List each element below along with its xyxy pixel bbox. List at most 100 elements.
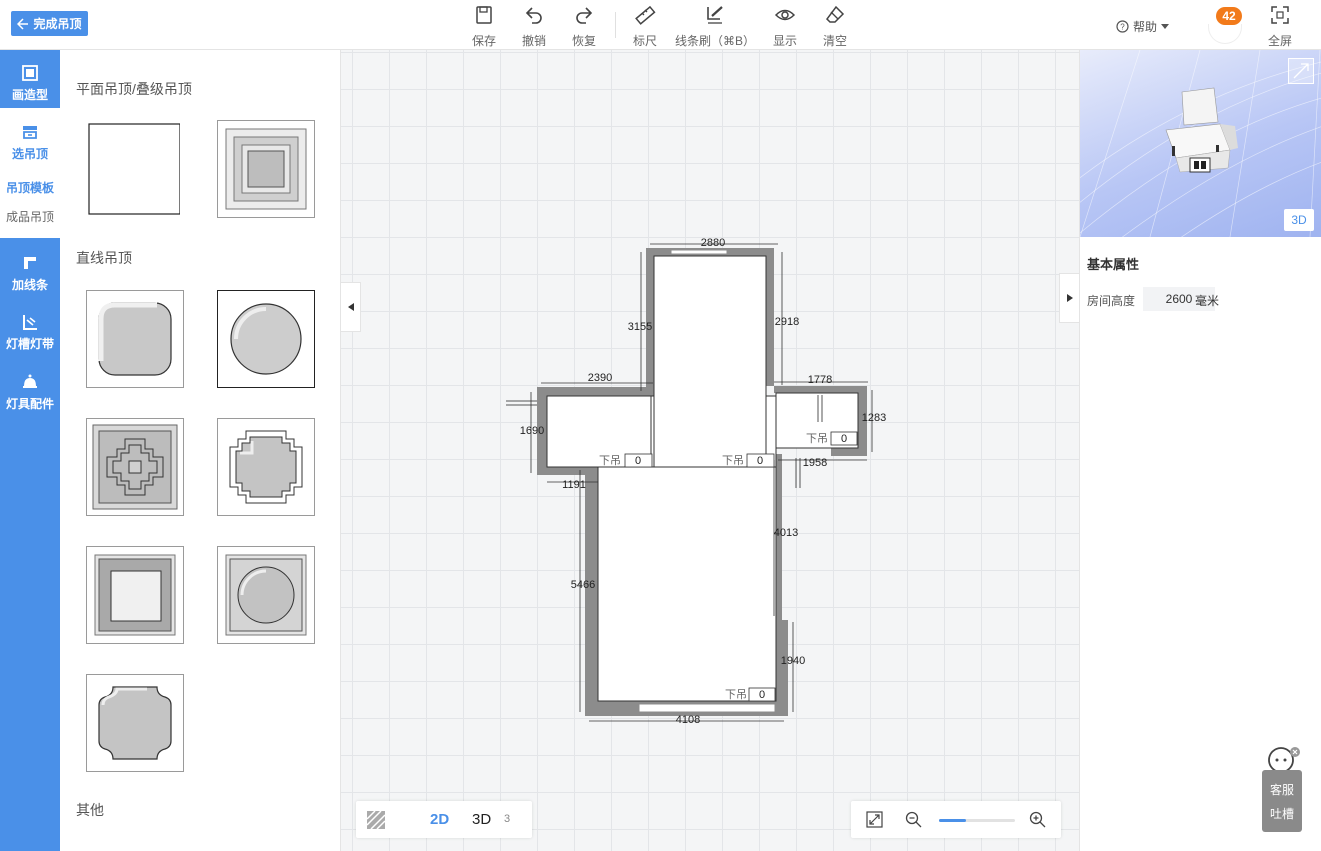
lamp-icon <box>23 374 37 388</box>
rail-sub-finished-ceiling[interactable]: 成品吊顶 <box>0 208 60 225</box>
rail-item-ceiling-select[interactable]: 选吊顶 <box>0 123 60 162</box>
help-dropdown[interactable]: ? 帮助 <box>1116 18 1170 35</box>
undo-icon <box>525 7 542 24</box>
ruler-button[interactable]: 标尺 <box>633 4 657 49</box>
caret-down-icon <box>1161 23 1170 29</box>
rail-item-draw-shape[interactable]: 画造型 <box>0 64 60 103</box>
dimension-label: 2880 <box>701 237 725 249</box>
dimension-label: 2918 <box>775 316 799 328</box>
rail-label-ceiling-select: 选吊顶 <box>11 147 48 161</box>
3d-preview[interactable]: 3D <box>1080 50 1321 237</box>
clear-label: 清空 <box>823 34 848 48</box>
service-label-1: 客服 <box>1269 782 1294 797</box>
light-trough-icon <box>23 315 37 330</box>
ceiling-drop-label: 下吊 <box>806 432 828 445</box>
finish-ceiling-label: 完成吊顶 <box>33 17 82 31</box>
display-label: 显示 <box>773 34 798 48</box>
room-height-label: 房间高度 <box>1087 294 1136 308</box>
rail-item-add-line[interactable]: 加线条 <box>0 254 60 293</box>
save-button[interactable]: 保存 <box>472 4 496 49</box>
draw-shape-icon <box>22 65 38 81</box>
dimension-label: 1690 <box>520 425 544 437</box>
finish-ceiling-button[interactable]: 完成吊顶 <box>11 11 88 36</box>
floor-texture-icon[interactable] <box>366 810 386 830</box>
redo-button[interactable]: 恢复 <box>572 4 596 49</box>
dimension-label: 5466 <box>571 579 595 591</box>
ceiling-drop-label: 下吊 <box>599 454 621 467</box>
ceiling-select-icon <box>23 126 37 139</box>
ceiling-drop-label: 下吊 <box>722 454 744 467</box>
view-mode-3d-badge: 3 <box>504 813 511 825</box>
rail-label-light-trough: 灯槽灯带 <box>5 337 54 351</box>
help-label: 帮助 <box>1133 20 1158 34</box>
3d-view-button[interactable]: 3D <box>1284 209 1314 231</box>
dimension-label: 1283 <box>862 412 886 424</box>
rail-item-lamp[interactable]: 灯具配件 <box>0 373 60 412</box>
ceiling-drop-value: 0 <box>635 455 641 467</box>
zoom-in-icon[interactable] <box>1029 811 1046 828</box>
eraser-icon <box>826 5 845 23</box>
floor-plan-drawing[interactable]: 2880 3155 2918 2390 1778 1690 1283 1958 … <box>341 50 1079 851</box>
section-title-straight-ceiling: 直线吊顶 <box>76 250 132 266</box>
ruler-label: 标尺 <box>633 34 658 48</box>
arrow-left-icon <box>17 17 29 30</box>
ceiling-drop-value: 0 <box>841 433 847 445</box>
view-mode-switcher: 2D 3D 3 <box>356 801 532 838</box>
fullscreen-icon <box>1271 6 1289 24</box>
dimension-label: 1940 <box>781 655 805 667</box>
rail-label-draw-shape: 画造型 <box>11 88 48 102</box>
ceiling-drop-value: 0 <box>759 689 765 701</box>
section-title-flat-ceiling: 平面吊顶/叠级吊顶 <box>76 81 192 97</box>
ceiling-thumb-circle[interactable] <box>217 290 315 388</box>
rail-label-add-line: 加线条 <box>11 278 48 292</box>
ceiling-thumb-notched-square[interactable] <box>217 418 315 516</box>
dimension-label: 1958 <box>803 457 827 469</box>
expand-preview-button[interactable] <box>1288 58 1314 84</box>
properties-title: 基本属性 <box>1087 257 1140 272</box>
ceiling-thumb-cross-pattern[interactable] <box>86 418 184 516</box>
fit-view-icon[interactable] <box>866 811 883 828</box>
caret-left-icon <box>347 303 354 311</box>
ceiling-thumb-square-frame[interactable] <box>86 546 184 644</box>
top-toolbar: 完成吊顶 保存 撤销 恢复 标尺 线条刷（⌘B） 显示 清空 ? 帮助 42 全… <box>0 0 1321 50</box>
ceiling-thumb-circle-frame[interactable] <box>217 546 315 644</box>
zoom-out-icon[interactable] <box>905 811 922 828</box>
dimension-label: 1191 <box>562 479 586 491</box>
redo-label: 恢复 <box>572 34 597 48</box>
dimension-label: 4108 <box>676 714 700 726</box>
line-brush-button[interactable]: 线条刷（⌘B） <box>675 4 755 49</box>
eye-icon <box>774 9 796 21</box>
message-count-badge[interactable]: 42 <box>1216 7 1242 25</box>
expand-icon <box>1293 63 1309 79</box>
message-avatar[interactable] <box>1208 24 1242 44</box>
customer-service-button[interactable]: 客服 吐槽 <box>1262 770 1302 832</box>
zoom-slider-fill <box>939 819 966 822</box>
ceiling-thumb-rounded-square[interactable] <box>86 290 184 388</box>
line-brush-icon <box>707 6 723 24</box>
ceiling-thumb-stepped[interactable] <box>217 120 315 218</box>
ceiling-drop-value: 0 <box>757 455 763 467</box>
collapse-left-panel-button[interactable] <box>341 282 361 332</box>
properties-panel: 3D 基本属性 房间高度 毫米 <box>1079 50 1321 851</box>
ceiling-thumb-chamfered[interactable] <box>86 674 184 772</box>
save-label: 保存 <box>472 34 497 48</box>
display-button[interactable]: 显示 <box>773 4 797 49</box>
left-category-rail: 画造型 选吊顶 吊顶模板 成品吊顶 加线条 灯槽灯带 灯具配件 <box>0 50 60 851</box>
rail-sub-ceiling-template[interactable]: 吊顶模板 <box>0 179 60 196</box>
floor-plan-canvas[interactable]: 2880 3155 2918 2390 1778 1690 1283 1958 … <box>341 50 1079 851</box>
rail-label-lamp: 灯具配件 <box>5 397 54 411</box>
ceiling-catalog-panel: 平面吊顶/叠级吊顶 直线吊顶 其他 <box>60 50 341 851</box>
undo-button[interactable]: 撤销 <box>522 4 546 49</box>
room-height-unit: 毫米 <box>1195 294 1220 308</box>
collapse-right-panel-button[interactable] <box>1059 273 1079 323</box>
view-mode-3d[interactable]: 3D <box>472 811 491 828</box>
ceiling-thumb-flat[interactable] <box>84 120 182 218</box>
fullscreen-button[interactable]: 全屏 <box>1268 4 1292 49</box>
clear-button[interactable]: 清空 <box>823 4 847 49</box>
view-mode-2d[interactable]: 2D <box>430 811 449 828</box>
help-icon: ? <box>1116 20 1129 33</box>
dimension-label: 2390 <box>588 372 612 384</box>
zoom-slider-track[interactable] <box>939 819 1015 822</box>
toolbar-divider <box>615 12 616 38</box>
rail-item-light-trough[interactable]: 灯槽灯带 <box>0 313 60 352</box>
